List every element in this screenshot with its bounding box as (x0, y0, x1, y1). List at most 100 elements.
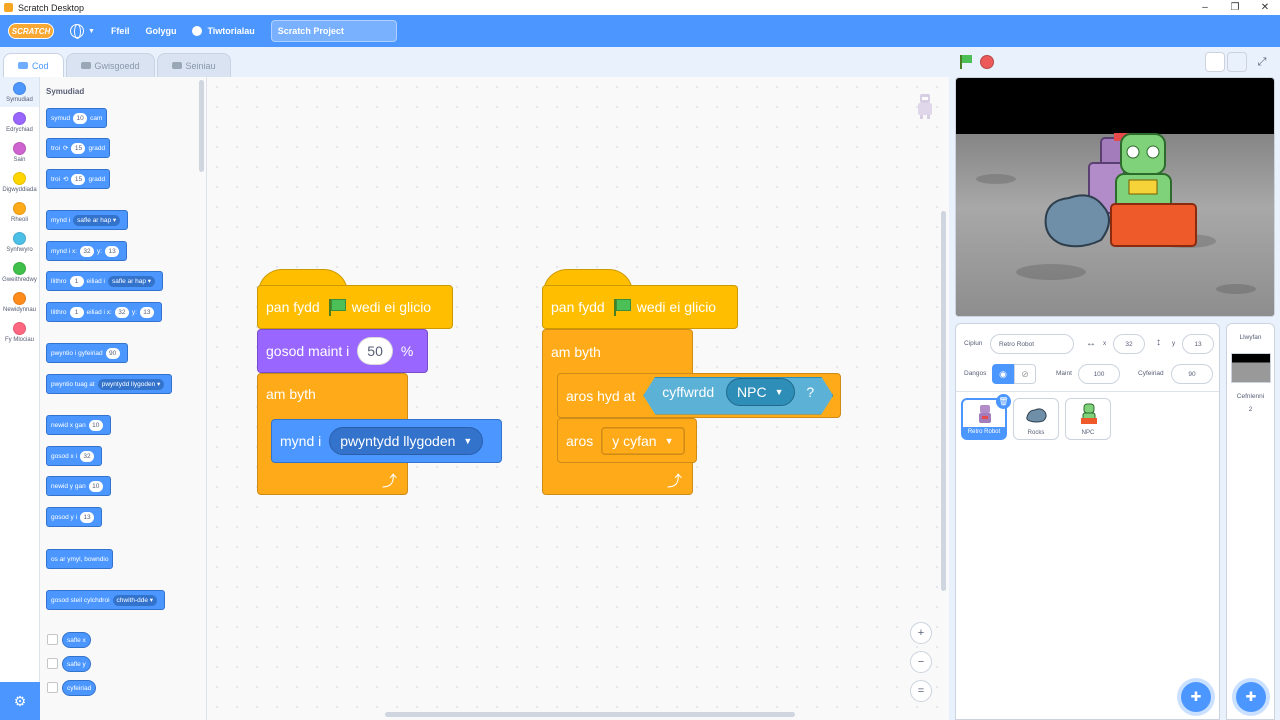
category-digwyddiada[interactable]: Digwyddiada (0, 167, 39, 197)
stop-button[interactable] (980, 55, 994, 69)
block-rotation-style[interactable]: gosod steil cylchdroi chwith-dde ▾ (46, 590, 166, 610)
show-sprite-button[interactable]: ◉ (992, 364, 1014, 384)
stage-canvas[interactable] (955, 77, 1275, 317)
category-fy-mlociau[interactable]: Fy Mlociau (0, 317, 39, 347)
degrees-input[interactable]: 15 (71, 173, 86, 185)
goto-dropdown[interactable]: safle ar hap ▾ (73, 214, 121, 226)
add-backdrop-button[interactable]: ✚ (1236, 682, 1266, 712)
steps-input[interactable]: 10 (73, 112, 88, 124)
workspace-horizontal-scrollbar[interactable] (385, 712, 795, 717)
zoom-out-button[interactable]: − (910, 651, 932, 673)
block-glide[interactable]: llithro 1 eiliad i safle ar hap ▾ (46, 271, 164, 291)
block-turn-left[interactable]: troi ⟲ 15 gradd (46, 169, 111, 189)
block-turn-right[interactable]: troi ⟳ 15 gradd (46, 138, 111, 158)
sprite-name-input[interactable]: Retro Robot (990, 334, 1074, 354)
touching-block[interactable]: cyffwrdd NPC ▼ ? (643, 377, 833, 415)
seconds-input[interactable]: 1 (69, 306, 84, 318)
add-extension-button[interactable]: ⚙ (0, 682, 40, 720)
language-menu[interactable]: ▼ (70, 24, 95, 39)
direction-input[interactable]: 90 (1171, 364, 1213, 384)
tab-code[interactable]: Cod (3, 53, 64, 77)
rotation-style-dropdown[interactable]: chwith-dde ▾ (112, 594, 158, 606)
y-input[interactable]: 13 (139, 306, 154, 318)
script-workspace[interactable]: pan fydd wedi ei glicio gosod maint i 50… (207, 77, 949, 720)
size-input[interactable]: 50 (357, 337, 393, 365)
goto-target-dropdown[interactable]: pwyntydd llygoden ▼ (329, 427, 484, 455)
zoom-reset-button[interactable]: = (910, 680, 932, 702)
hide-sprite-button[interactable]: ⊘ (1014, 364, 1036, 384)
set-size-block[interactable]: gosod maint i 50 % (257, 329, 428, 373)
category-newidynnau[interactable]: Newidynnau (0, 287, 39, 317)
goto-block[interactable]: mynd i pwyntydd llygoden ▼ (271, 419, 502, 463)
minimize-button[interactable]: – (1190, 0, 1220, 15)
wait-until-block[interactable]: aros hyd at cyffwrdd NPC ▼ ? (557, 373, 841, 418)
x-input[interactable]: 32 (1113, 334, 1145, 354)
y-input[interactable]: 13 (1182, 334, 1214, 354)
checkbox-y-position[interactable] (47, 658, 58, 669)
degrees-input[interactable]: 15 (71, 142, 86, 154)
size-input[interactable]: 100 (1078, 364, 1120, 384)
when-flag-clicked-block-1[interactable]: pan fydd wedi ei glicio (257, 285, 453, 329)
trash-icon[interactable]: 🗑 (996, 394, 1011, 409)
file-menu[interactable]: Ffeil (111, 26, 130, 36)
checkbox-direction[interactable] (47, 682, 58, 693)
block-change-y[interactable]: newid y gan 10 (46, 476, 111, 496)
seconds-input[interactable]: 1 (69, 275, 84, 287)
tutorials-menu[interactable]: Tiwtorialau (192, 26, 255, 36)
direction-input[interactable]: 90 (105, 347, 120, 359)
maximize-button[interactable]: ❐ (1220, 0, 1250, 15)
when-flag-clicked-block-2[interactable]: pan fydd wedi ei glicio (542, 285, 738, 329)
block-change-x[interactable]: newid x gan 10 (46, 415, 111, 435)
category-edrychiad[interactable]: Edrychiad (0, 107, 39, 137)
point-towards-dropdown[interactable]: pwyntydd llygoden ▾ (97, 378, 165, 390)
block-goto-xy[interactable]: mynd i x: 32 y: 13 (46, 241, 128, 261)
category-synhwyro[interactable]: Synhwyro (0, 227, 39, 257)
checkbox-x-position[interactable] (47, 634, 58, 645)
x-set-input[interactable]: 32 (80, 450, 95, 462)
glide-dropdown[interactable]: safle ar hap ▾ (107, 275, 156, 287)
tab-sounds[interactable]: Seiniau (156, 53, 231, 77)
fullscreen-button[interactable]: ⤢ (1252, 52, 1272, 72)
category-sain[interactable]: Sain (0, 137, 39, 167)
block-point-direction[interactable]: pwyntio i gyfeiriad 90 (46, 343, 128, 363)
zoom-in-button[interactable]: + (910, 622, 932, 644)
workspace-vertical-scrollbar[interactable] (941, 211, 946, 591)
y-input[interactable]: 13 (105, 245, 120, 257)
category-symudiad[interactable]: Symudiad (0, 77, 39, 107)
reporter-y-position[interactable]: safle y (62, 656, 91, 672)
tab-costumes[interactable]: Gwisgoedd (65, 53, 155, 77)
project-title-input[interactable]: Scratch Project (270, 20, 397, 42)
small-stage-button[interactable] (1205, 52, 1225, 72)
block-glide-xy[interactable]: llithro 1 eiliad i x: 32 y: 13 (46, 302, 162, 322)
reporter-x-position[interactable]: safle x (62, 632, 91, 648)
block-text: y: (97, 247, 103, 255)
sprite-thumb-npc[interactable]: NPC (1065, 398, 1111, 440)
scratch-logo[interactable]: SCRATCH (8, 23, 54, 39)
sprite-thumb-rocks[interactable]: Rocks (1013, 398, 1059, 440)
block-bounce[interactable]: os ar ymyl, bowndio (46, 549, 114, 569)
block-set-x[interactable]: gosod x i 32 (46, 446, 103, 466)
add-sprite-button[interactable]: ✚ (1181, 682, 1211, 712)
block-point-towards[interactable]: pwyntio tuag at pwyntydd llygoden ▾ (46, 374, 173, 394)
block-move-steps[interactable]: symud 10 cam (46, 108, 108, 128)
palette-scrollbar[interactable] (199, 80, 204, 172)
normal-stage-button[interactable] (1227, 52, 1247, 72)
stop-option-dropdown[interactable]: y cyfan ▼ (601, 426, 685, 455)
block-goto[interactable]: mynd i safle ar hap ▾ (46, 210, 129, 230)
y-set-input[interactable]: 13 (80, 511, 95, 523)
edit-menu[interactable]: Golygu (145, 26, 176, 36)
x-change-input[interactable]: 10 (88, 419, 103, 431)
category-rheoli[interactable]: Rheoli (0, 197, 39, 227)
stop-block[interactable]: aros y cyfan ▼ (557, 418, 697, 463)
block-set-y[interactable]: gosod y i 13 (46, 507, 103, 527)
green-flag-button[interactable] (959, 55, 973, 69)
y-change-input[interactable]: 10 (88, 480, 103, 492)
touching-target-dropdown[interactable]: NPC ▼ (726, 378, 794, 406)
sprite-thumb-retro-robot[interactable]: 🗑 Retro Robot (961, 394, 1011, 440)
reporter-direction[interactable]: cyfeiriad (62, 680, 97, 696)
category-gweithredwy[interactable]: Gweithredwy (0, 257, 39, 287)
stage-selector[interactable]: Llwyfan Cefnlenni 2 ✚ (1226, 323, 1275, 720)
x-input[interactable]: 32 (80, 245, 95, 257)
close-button[interactable]: ✕ (1250, 0, 1280, 15)
x-input[interactable]: 32 (114, 306, 129, 318)
